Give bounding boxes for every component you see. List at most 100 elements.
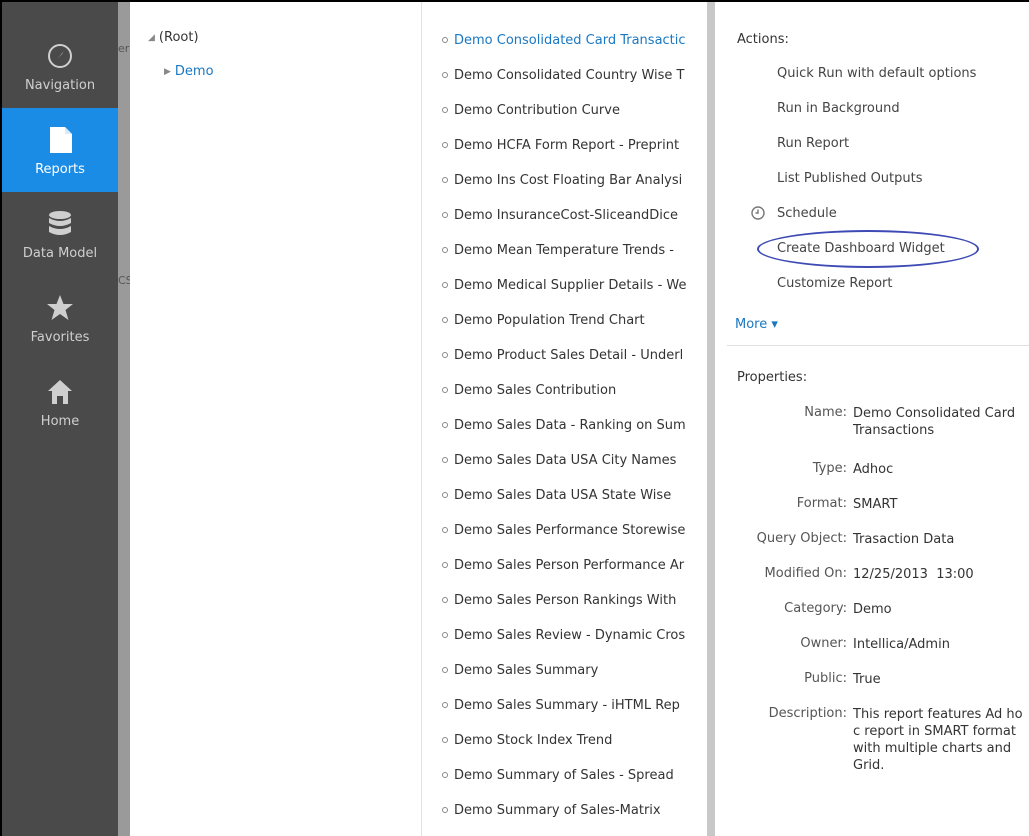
- list-published-outputs-link[interactable]: List Published Outputs: [777, 171, 923, 186]
- list-item[interactable]: Demo Stock Index Trend: [442, 731, 707, 751]
- prop-public-value: True: [853, 672, 881, 687]
- list-item[interactable]: Demo InsuranceCost-SliceandDice: [442, 206, 707, 226]
- list-item[interactable]: Demo Consolidated Card Transactic: [442, 31, 707, 51]
- section-divider: [727, 345, 1029, 346]
- prop-format-value: SMART: [853, 497, 898, 512]
- customize-report-link[interactable]: Customize Report: [777, 276, 892, 291]
- nav-item-home[interactable]: Home: [2, 360, 118, 444]
- list-item[interactable]: Demo Sales Summary: [442, 661, 707, 681]
- nav-item-reports[interactable]: Reports: [2, 108, 118, 192]
- list-item-label: Demo Ins Cost Floating Bar Analysi: [454, 173, 683, 188]
- list-item[interactable]: Demo Sales Data USA City Names: [442, 451, 707, 471]
- run-background-link[interactable]: Run in Background: [777, 101, 900, 116]
- bullet-icon: [442, 212, 448, 218]
- prop-description-line2: c report in SMART format: [853, 724, 1016, 739]
- nav-label-home: Home: [40, 414, 80, 429]
- tree-node-root[interactable]: ◢ (Root): [148, 30, 199, 45]
- bullet-icon: [442, 317, 448, 323]
- nav-item-data-model[interactable]: Data Model: [2, 192, 118, 276]
- prop-description-line4: Grid.: [853, 758, 885, 773]
- list-item-label: Demo Sales Summary: [454, 663, 599, 678]
- bullet-icon: [442, 247, 448, 253]
- annotation-ellipse: [757, 230, 979, 268]
- bullet-icon: [442, 807, 448, 813]
- list-item[interactable]: Demo Sales Summary - iHTML Rep: [442, 696, 707, 716]
- panel-splitter[interactable]: [707, 2, 715, 836]
- tree-node-demo-label: Demo: [174, 64, 214, 79]
- list-item-label: Demo Sales Contribution: [454, 383, 617, 398]
- list-item-label: Demo Sales Data USA State Wise: [454, 488, 672, 503]
- list-item[interactable]: Demo Sales Person Rankings With: [442, 591, 707, 611]
- list-item[interactable]: Demo Sales Person Performance Ar: [442, 556, 707, 576]
- list-item-label: Demo Sales Data - Ranking on Sum: [454, 418, 686, 433]
- list-item[interactable]: Demo Consolidated Country Wise T: [442, 66, 707, 86]
- prop-format-label: Format:: [796, 496, 847, 511]
- tree-node-demo[interactable]: ▶ Demo: [164, 64, 214, 79]
- bullet-icon: [442, 457, 448, 463]
- list-item-label: Demo Mean Temperature Trends -: [454, 243, 674, 258]
- bullet-icon: [442, 387, 448, 393]
- database-icon: [49, 211, 71, 235]
- list-item[interactable]: Demo Ins Cost Floating Bar Analysi: [442, 171, 707, 191]
- prop-query-label: Query Object:: [756, 531, 847, 546]
- prop-name-value-line1: Demo Consolidated Card: [853, 406, 1016, 421]
- prop-name-label: Name:: [804, 405, 847, 420]
- list-item[interactable]: Demo Product Sales Detail - Underl: [442, 346, 707, 366]
- nav-item-navigation[interactable]: Navigation: [2, 24, 118, 108]
- list-item[interactable]: Demo Sales Performance Storewise: [442, 521, 707, 541]
- list-item-label: Demo Sales Summary - iHTML Rep: [454, 698, 680, 713]
- list-item-label: Demo Stock Index Trend: [454, 733, 613, 748]
- list-item-label: Demo Summary of Sales - Spread: [454, 768, 674, 783]
- prop-category-label: Category:: [784, 601, 847, 616]
- list-item-label: Demo HCFA Form Report - Preprint: [454, 138, 680, 153]
- list-item[interactable]: Demo Summary of Sales - Spread: [442, 766, 707, 786]
- tree-node-root-label: (Root): [158, 30, 199, 45]
- collapsed-triangle-icon: ▶: [164, 67, 171, 77]
- bullet-icon: [442, 772, 448, 778]
- list-item[interactable]: Demo HCFA Form Report - Preprint: [442, 136, 707, 156]
- properties-title: Properties:: [737, 370, 808, 385]
- prop-modified-label: Modified On:: [764, 566, 847, 581]
- clock-icon: [751, 206, 765, 220]
- prop-category-value: Demo: [853, 602, 892, 617]
- nav-item-favorites[interactable]: Favorites: [2, 276, 118, 360]
- list-item[interactable]: Demo Population Trend Chart: [442, 311, 707, 331]
- more-dropdown[interactable]: More ▾: [735, 317, 778, 332]
- list-item-label: Demo Sales Performance Storewise: [454, 523, 686, 538]
- list-item-label: Demo Contribution Curve: [454, 103, 620, 118]
- list-item-label: Demo Product Sales Detail - Underl: [454, 348, 684, 363]
- prop-owner-value: Intellica/Admin: [853, 637, 950, 652]
- bullet-icon: [442, 737, 448, 743]
- list-item[interactable]: Demo Medical Supplier Details - We: [442, 276, 707, 296]
- left-nav: Navigation Reports Data Model Favorites: [2, 2, 118, 836]
- nav-label-reports: Reports: [35, 162, 85, 177]
- list-item-label: Demo Sales Review - Dynamic Cros: [454, 628, 686, 643]
- list-item[interactable]: Demo Sales Data - Ranking on Sum: [442, 416, 707, 436]
- list-item[interactable]: Demo Sales Review - Dynamic Cros: [442, 626, 707, 646]
- prop-name-value-line2: Transactions: [853, 423, 935, 438]
- bullet-icon: [442, 107, 448, 113]
- bullet-icon: [442, 142, 448, 148]
- bullet-icon: [442, 177, 448, 183]
- details-panel: Actions: Quick Run with default options …: [715, 2, 1029, 836]
- bullet-icon: [442, 492, 448, 498]
- list-item-label: Demo Summary of Sales-Matrix: [454, 803, 661, 818]
- list-item-label: Demo InsuranceCost-SliceandDice: [454, 208, 678, 223]
- list-item[interactable]: Demo Mean Temperature Trends -: [442, 241, 707, 261]
- prop-public-label: Public:: [804, 671, 847, 686]
- quick-run-link[interactable]: Quick Run with default options: [777, 66, 976, 81]
- prop-query-value: Trasaction Data: [853, 532, 955, 547]
- nav-label-favorites: Favorites: [30, 330, 90, 345]
- list-item[interactable]: Demo Sales Data USA State Wise: [442, 486, 707, 506]
- run-report-link[interactable]: Run Report: [777, 136, 849, 151]
- bullet-icon: [442, 562, 448, 568]
- schedule-link[interactable]: Schedule: [777, 206, 837, 221]
- home-icon: [48, 380, 72, 404]
- list-item[interactable]: Demo Summary of Sales-Matrix: [442, 801, 707, 821]
- list-item-label: Demo Population Trend Chart: [454, 313, 645, 328]
- list-item[interactable]: Demo Contribution Curve: [442, 101, 707, 121]
- prop-description-line1: This report features Ad ho: [853, 707, 1023, 722]
- document-icon: [50, 127, 72, 153]
- list-item[interactable]: Demo Sales Contribution: [442, 381, 707, 401]
- bullet-icon: [442, 632, 448, 638]
